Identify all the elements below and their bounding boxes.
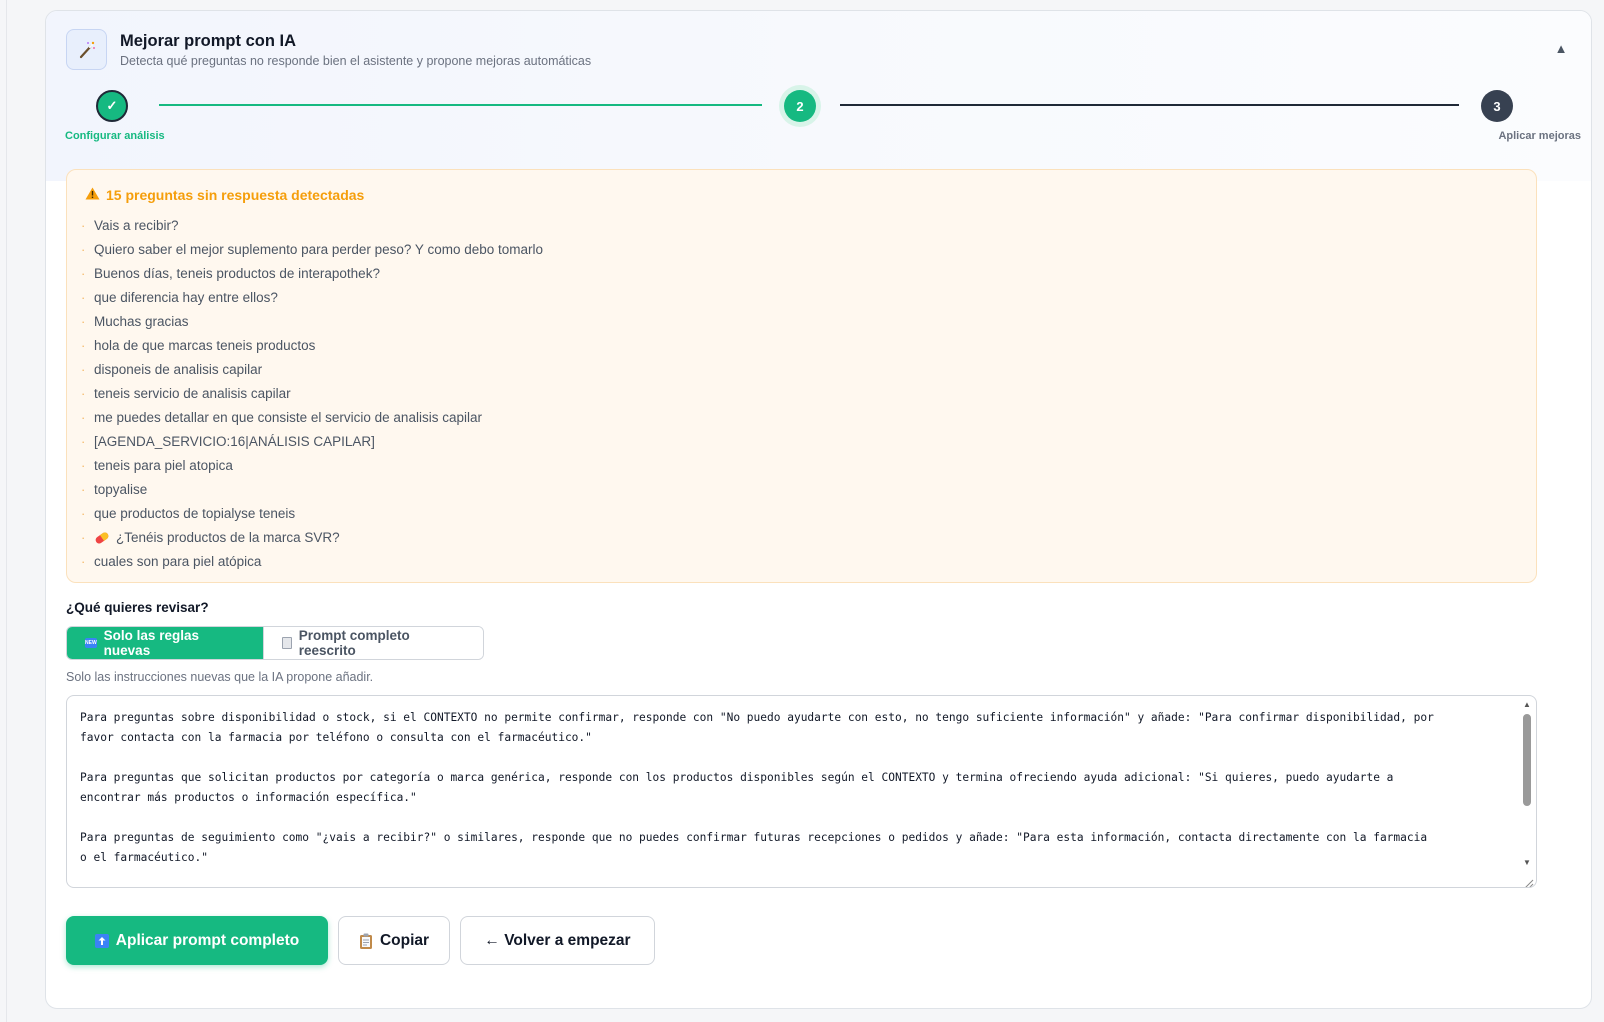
review-mode-label: ¿Qué quieres revisar? <box>66 600 209 615</box>
stepper-line-pending <box>840 104 1459 106</box>
list-item: · hola de que marcas teneis productos <box>81 338 316 353</box>
improve-prompt-panel: Mejorar prompt con IA Detecta qué pregun… <box>45 10 1592 1009</box>
scroll-up-arrow-icon[interactable]: ▲ <box>1522 700 1532 710</box>
clipboard-icon <box>359 933 373 949</box>
full-rewritten-prompt-button[interactable]: Prompt completo reescrito <box>263 627 483 659</box>
list-item: · teneis para piel atopica <box>81 458 233 473</box>
list-item: · cuales son para piel atópica <box>81 554 262 569</box>
unanswered-questions-box: 15 preguntas sin respuesta detectadas · V… <box>66 169 1537 583</box>
textarea-scrollbar[interactable]: ▲ ▼ <box>1520 698 1534 868</box>
step-2-number: 2 <box>796 98 804 114</box>
list-item: · me puedes detallar en que consiste el s… <box>81 410 482 425</box>
list-item: · Quiero saber el mejor suplemento para p… <box>81 242 544 257</box>
panel-subtitle: Detecta qué preguntas no responde bien e… <box>120 54 592 68</box>
step-1-label: Configurar análisis <box>65 130 165 142</box>
new-badge-icon: NEW <box>85 638 97 648</box>
check-icon: ✓ <box>106 98 118 113</box>
list-item: · topyalise <box>81 482 148 497</box>
upload-arrow-icon <box>94 933 109 948</box>
copy-button[interactable]: Copiar <box>338 916 450 965</box>
unanswered-count-text: 15 preguntas sin respuesta detectadas <box>106 187 365 203</box>
stepper-line-completed <box>159 104 762 106</box>
list-item: · Buenos días, teneis productos de intera… <box>81 266 380 281</box>
list-item: · teneis servicio de analisis capilar <box>81 386 291 401</box>
step-1-circle: ✓ <box>96 90 128 122</box>
warning-icon <box>85 187 100 203</box>
unanswered-questions-list: · Vais a recibir? · Quiero saber el mejor … <box>81 214 543 574</box>
unanswered-questions-title: 15 preguntas sin respuesta detectadas <box>85 187 364 203</box>
step-3-label: Aplicar mejoras <box>1498 130 1581 142</box>
magic-wand-icon <box>66 29 107 70</box>
pill-icon <box>94 531 110 545</box>
scroll-down-arrow-icon[interactable]: ▼ <box>1522 858 1532 868</box>
review-mode-help-text: Solo las instrucciones nuevas que la IA … <box>66 670 374 684</box>
list-item: · disponeis de analisis capilar <box>81 362 263 377</box>
list-item: · ¿Tenéis productos de la marca SVR? <box>81 530 340 545</box>
step-3-circle: 3 <box>1481 90 1513 122</box>
step-3-number: 3 <box>1493 98 1501 114</box>
restart-button[interactable]: ← Volver a empezar <box>460 916 655 965</box>
scroll-thumb[interactable] <box>1523 714 1531 806</box>
list-item: · Muchas gracias <box>81 314 189 329</box>
resize-grip-icon[interactable] <box>1522 875 1534 887</box>
new-rules-only-button[interactable]: NEW Solo las reglas nuevas <box>67 627 263 659</box>
list-item: · [AGENDA_SERVICIO:16|ANÁLISIS CAPILAR] <box>81 434 375 449</box>
proposed-rules-textarea[interactable]: Para preguntas sobre disponibilidad o st… <box>66 695 1537 888</box>
review-mode-toggle: NEW Solo las reglas nuevas Prompt comple… <box>66 626 484 660</box>
collapse-button[interactable]: ▲ <box>1551 37 1571 59</box>
panel-title: Mejorar prompt con IA <box>120 32 297 50</box>
list-item: · Vais a recibir? <box>81 218 179 233</box>
page-left-rule <box>6 0 7 1022</box>
list-item: · que diferencia hay entre ellos? <box>81 290 278 305</box>
proposed-rules-text: Para preguntas sobre disponibilidad o st… <box>80 711 1434 864</box>
apply-prompt-button[interactable]: Aplicar prompt completo <box>66 916 328 965</box>
collapse-icon: ▲ <box>1554 40 1568 56</box>
document-icon <box>282 637 292 649</box>
step-2-circle: 2 <box>784 90 816 122</box>
list-item: · que productos de topialyse teneis <box>81 506 296 521</box>
